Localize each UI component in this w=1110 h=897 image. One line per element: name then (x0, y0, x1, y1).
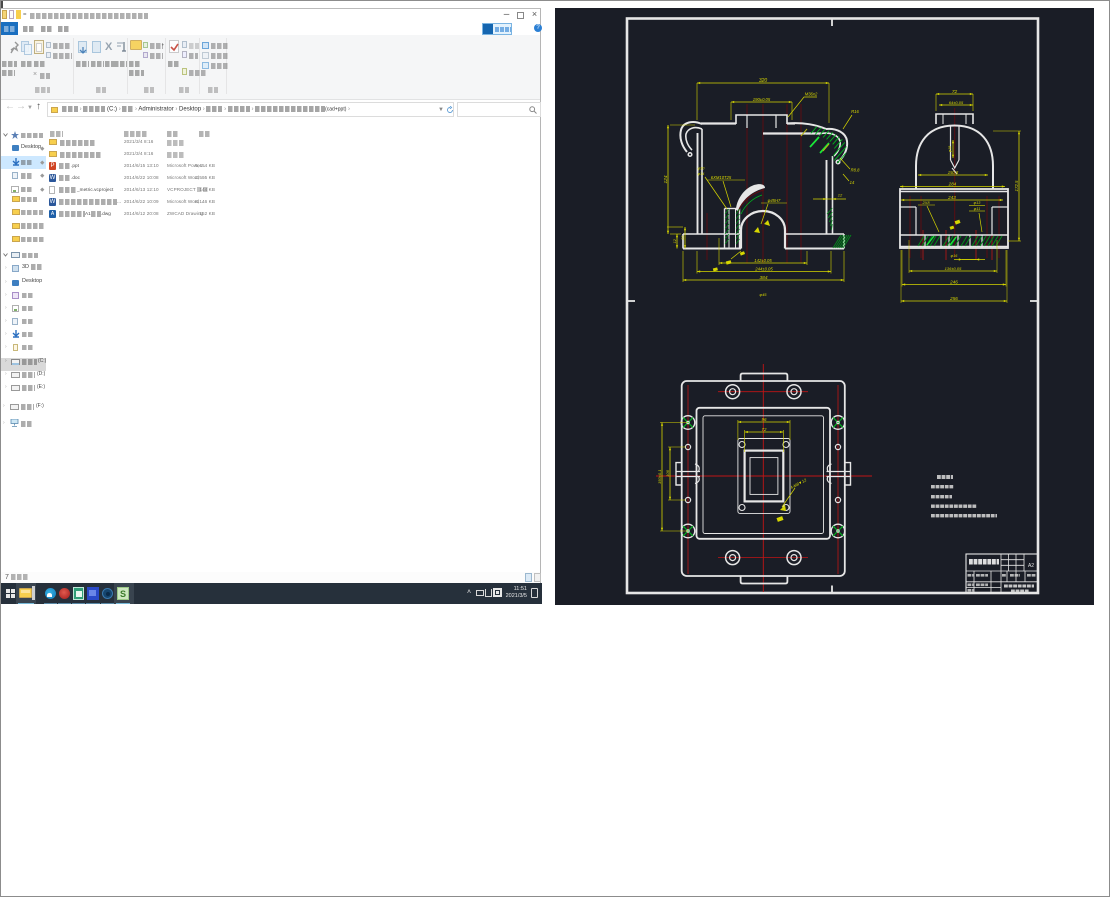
svg-text:190±0.05: 190±0.05 (753, 97, 771, 102)
svg-text:142±0.05: 142±0.05 (754, 258, 772, 263)
svg-text:φ45H7: φ45H7 (768, 198, 781, 203)
svg-text:φ14: φ14 (698, 172, 705, 176)
svg-text:124: 124 (663, 175, 669, 183)
svg-text:320: 320 (759, 78, 768, 84)
svg-text:φ45: φ45 (759, 292, 767, 297)
svg-text:2X8: 2X8 (921, 200, 930, 205)
svg-text:384: 384 (759, 275, 767, 281)
svg-text:M36x2: M36x2 (805, 92, 818, 97)
svg-text:243: 243 (947, 195, 956, 200)
svg-text:R16: R16 (851, 109, 859, 114)
svg-text:φ30: φ30 (698, 167, 706, 171)
svg-text:96: 96 (762, 417, 767, 422)
svg-text:256: 256 (949, 296, 958, 301)
svg-text:25: 25 (681, 235, 685, 241)
svg-text:12: 12 (838, 193, 843, 198)
svg-text:φ11: φ11 (974, 207, 980, 211)
svg-text:246: 246 (949, 279, 958, 284)
svg-text:284: 284 (948, 181, 957, 186)
svg-text:φ16: φ16 (951, 254, 959, 258)
svg-text:106: 106 (665, 469, 670, 476)
svg-text:244±0.05: 244±0.05 (754, 266, 773, 271)
svg-text:172.5: 172.5 (1014, 180, 1019, 192)
svg-text:72: 72 (762, 427, 767, 432)
svg-text:150.8: 150.8 (948, 170, 959, 175)
svg-text:A2: A2 (1028, 563, 1034, 569)
svg-text:64±0.05: 64±0.05 (949, 100, 964, 105)
svg-text:150±0.1: 150±0.1 (657, 470, 662, 484)
svg-text:R8.8: R8.8 (851, 168, 861, 173)
svg-text:14: 14 (850, 180, 855, 185)
svg-text:φ13: φ13 (974, 201, 982, 205)
svg-text:136±0.05: 136±0.05 (945, 266, 962, 271)
svg-text:72: 72 (952, 89, 958, 95)
svg-text:6XM10T25: 6XM10T25 (711, 175, 732, 180)
svg-text:φ18: φ18 (948, 146, 952, 152)
